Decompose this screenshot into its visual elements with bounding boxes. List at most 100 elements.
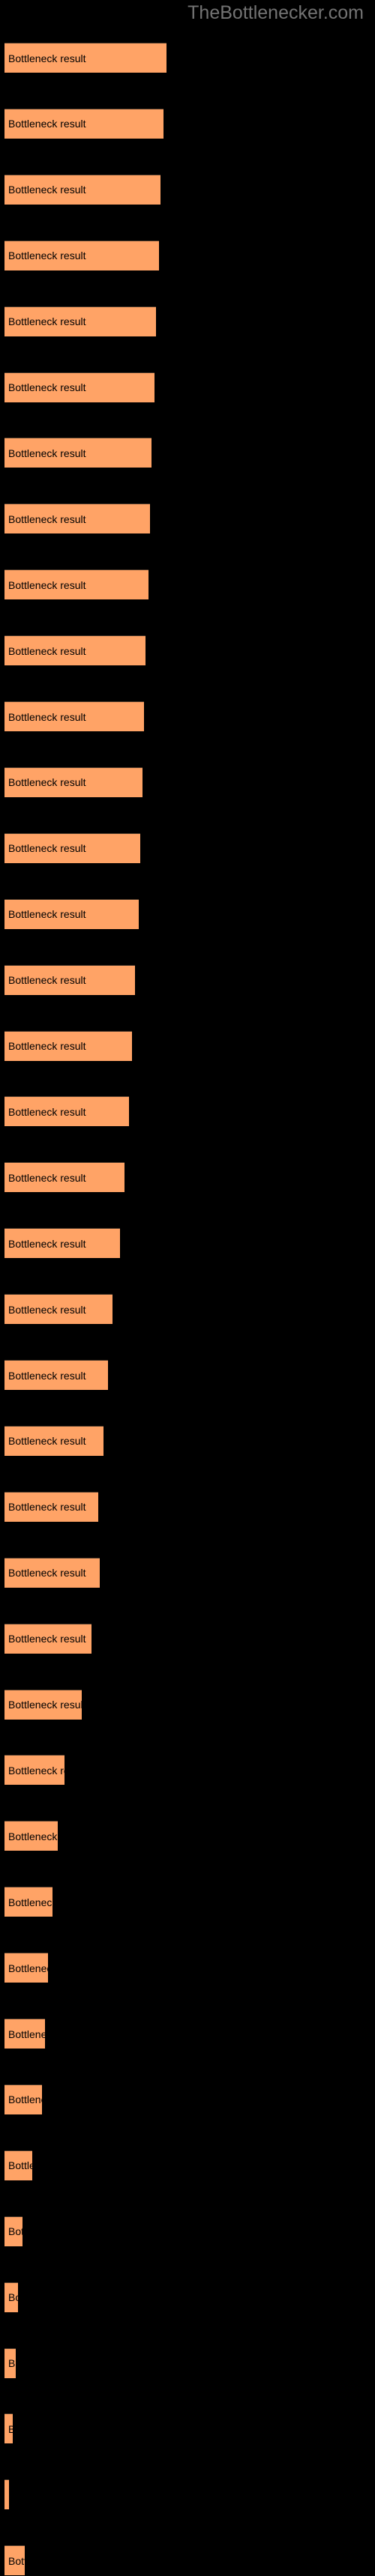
bottleneck-result-bar[interactable]: Bottleneck result	[4, 1096, 129, 1127]
bar-row: Bottleneck result	[0, 569, 375, 600]
bar-row: Bottleneck result	[0, 43, 375, 73]
bar-label: Bottleneck result	[8, 1830, 58, 1842]
bar-row: Bottleneck result	[0, 1557, 375, 1588]
bottleneck-result-bar[interactable]: Bottleneck result	[4, 832, 140, 863]
bar-row: Bottleneck result	[0, 2019, 375, 2049]
bottleneck-result-bar[interactable]: Bottleneck result	[4, 2479, 9, 2510]
bar-label: Bottleneck result	[8, 1962, 48, 1974]
bar-label: Bottleneck result	[8, 1105, 86, 1118]
bar-row: Bottleneck result	[0, 1953, 375, 1983]
bottleneck-result-bar[interactable]: Bottleneck result	[4, 1030, 132, 1061]
bar-label: Bottleneck result	[8, 644, 86, 657]
bar-row: Bottleneck result	[0, 1689, 375, 1720]
bar-row: Bottleneck result	[0, 701, 375, 732]
bar-label: Bottleneck result	[8, 974, 86, 987]
bar-label: Bottleneck result	[8, 1567, 86, 1579]
bottleneck-result-bar[interactable]: Bottleneck result	[4, 438, 152, 468]
bottleneck-result-bar[interactable]: Bottleneck result	[4, 898, 139, 929]
bottleneck-result-bar[interactable]: Bottleneck result	[4, 2150, 32, 2180]
bar-label: Bottleneck result	[8, 2489, 9, 2501]
bar-label: Bottleneck result	[8, 184, 86, 196]
bar-label: Bottleneck result	[8, 2159, 32, 2172]
bottleneck-result-bar[interactable]: Bottleneck result	[4, 1953, 48, 1983]
bottleneck-result-bar[interactable]: Bottleneck result	[4, 1887, 52, 1917]
bottleneck-result-bar[interactable]: Bottleneck result	[4, 1821, 58, 1851]
bottleneck-result-bar[interactable]: Bottleneck result	[4, 1557, 100, 1588]
bar-label: Bottleneck result	[8, 52, 86, 64]
bar-row: Bottleneck result	[0, 767, 375, 798]
bar-row: Bottleneck result	[0, 2347, 375, 2379]
bar-row: Bottleneck result	[0, 2216, 375, 2247]
bottleneck-result-bar[interactable]: Bottleneck result	[4, 701, 144, 731]
bottleneck-result-bar[interactable]: Bottleneck result	[4, 2084, 42, 2114]
bar-label: Bottleneck result	[8, 2028, 45, 2040]
bottleneck-bar-chart: Bottleneck result Bottleneck result Bottle…	[0, 0, 375, 2576]
bar-label: Bottleneck result	[8, 2225, 22, 2238]
bottleneck-result-bar[interactable]: Bottleneck result	[4, 1689, 82, 1720]
bar-row: Bottleneck result	[0, 635, 375, 666]
bottleneck-result-bar[interactable]: Bottleneck result	[4, 2413, 13, 2444]
bar-label: Bottleneck result	[8, 2093, 42, 2106]
bar-label: Bottleneck result	[8, 1501, 86, 1514]
bottleneck-result-bar[interactable]: Bottleneck result	[4, 2216, 22, 2246]
bottleneck-result-bar[interactable]: Bottleneck result	[4, 1294, 112, 1325]
bar-row: Bottleneck result	[0, 240, 375, 271]
bottleneck-result-bar[interactable]: Bottleneck result	[4, 2347, 16, 2378]
bar-row: Bottleneck result	[0, 1821, 375, 1851]
bar-row: Bottleneck result	[0, 2150, 375, 2181]
bar-row: Bottleneck result	[0, 1755, 375, 1786]
bar-row: Bottleneck result	[0, 1162, 375, 1193]
bottleneck-result-bar[interactable]: Bottleneck result	[4, 306, 156, 336]
bar-label: Bottleneck result	[8, 2291, 18, 2304]
bar-row: Bottleneck result	[0, 306, 375, 337]
bar-row: Bottleneck result	[0, 1491, 375, 1523]
bar-label: Bottleneck result	[8, 1699, 82, 1711]
bar-label: Bottleneck result	[8, 447, 86, 459]
bar-label: Bottleneck result	[8, 710, 86, 723]
bottleneck-result-bar[interactable]: Bottleneck result	[4, 240, 159, 270]
bar-row: Bottleneck result	[0, 1887, 375, 1917]
bottleneck-result-bar[interactable]: Bottleneck result	[4, 1623, 92, 1654]
bar-label: Bottleneck result	[8, 776, 86, 789]
bar-row: Bottleneck result	[0, 1294, 375, 1325]
bottleneck-result-bar[interactable]: Bottleneck result	[4, 372, 154, 402]
bottleneck-result-bar[interactable]: Bottleneck result	[4, 569, 148, 600]
bar-row: Bottleneck result	[0, 832, 375, 864]
bottleneck-result-bar[interactable]: Bottleneck result	[4, 767, 142, 797]
bottleneck-result-bar[interactable]: Bottleneck result	[4, 108, 164, 139]
bar-row: Bottleneck result	[0, 2282, 375, 2313]
bar-row: Bottleneck result	[0, 1030, 375, 1062]
bottleneck-result-bar[interactable]: Bottleneck result	[4, 635, 146, 666]
bottleneck-result-bar[interactable]: Bottleneck result	[4, 504, 150, 534]
bottleneck-result-bar[interactable]: Bottleneck result	[4, 1228, 120, 1259]
bottleneck-result-bar[interactable]: Bottleneck result	[4, 174, 160, 205]
bottleneck-result-bar[interactable]: Bottleneck result	[4, 1360, 108, 1390]
bottleneck-result-bar[interactable]: Bottleneck result	[4, 964, 135, 995]
bottleneck-result-bar[interactable]: Bottleneck result	[4, 1491, 98, 1522]
bar-label: Bottleneck result	[8, 1435, 86, 1448]
bar-label: Bottleneck result	[8, 1171, 86, 1184]
bar-row: Bottleneck result	[0, 1425, 375, 1457]
bar-label: Bottleneck result	[8, 1633, 86, 1645]
bar-row: Bottleneck result	[0, 2413, 375, 2444]
bottleneck-result-bar[interactable]: Bottleneck result	[4, 2545, 25, 2576]
bar-label: Bottleneck result	[8, 513, 86, 525]
bar-label: Bottleneck result	[8, 1764, 64, 1777]
bar-label: Bottleneck result	[8, 2357, 16, 2369]
bottleneck-result-bar[interactable]: Bottleneck result	[4, 2019, 45, 2049]
bottleneck-result-bar[interactable]: Bottleneck result	[4, 2282, 18, 2312]
bar-label: Bottleneck result	[8, 1040, 86, 1052]
bar-label: Bottleneck result	[8, 2423, 13, 2435]
bar-label: Bottleneck result	[8, 1369, 86, 1382]
bar-row: Bottleneck result	[0, 1228, 375, 1259]
bottleneck-result-bar[interactable]: Bottleneck result	[4, 43, 166, 73]
bar-row: Bottleneck result	[0, 372, 375, 403]
bar-row: Bottleneck result	[0, 2545, 375, 2576]
bottleneck-result-bar[interactable]: Bottleneck result	[4, 1162, 124, 1193]
bar-label: Bottleneck result	[8, 250, 86, 262]
bottleneck-result-bar[interactable]: Bottleneck result	[4, 1755, 64, 1786]
bar-row: Bottleneck result	[0, 1623, 375, 1654]
bar-row: Bottleneck result	[0, 504, 375, 534]
bottleneck-result-bar[interactable]: Bottleneck result	[4, 1425, 104, 1456]
bar-row: Bottleneck result	[0, 108, 375, 139]
